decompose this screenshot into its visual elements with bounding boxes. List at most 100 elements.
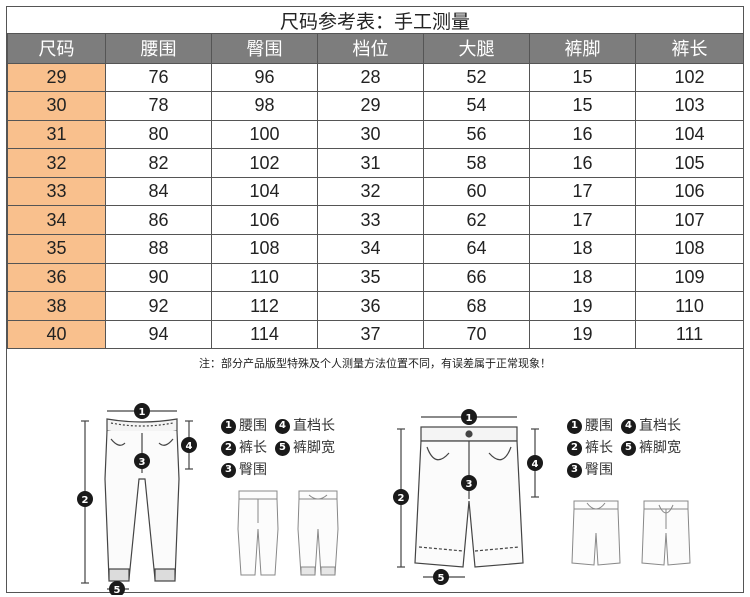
header-rise: 档位	[317, 34, 424, 64]
table-row: 40 94 114 37 70 19 111	[7, 319, 744, 350]
legend-label: 直档长	[639, 418, 681, 434]
trousers-diagram: 1 2 3 4 5	[77, 403, 197, 595]
svg-text:4: 4	[186, 441, 193, 452]
measurement-illustrations: 1 2 3 4 5 1 腰围 4 直档长 2 裤长 5 裤脚宽 3 臀围 1 2…	[7, 377, 743, 595]
cell-waist: 80	[105, 119, 212, 150]
cell-length: 111	[635, 319, 744, 350]
cell-length: 103	[635, 91, 744, 121]
legend-label: 臀围	[585, 462, 613, 478]
svg-text:2: 2	[398, 493, 405, 504]
marker-icon: 2	[567, 440, 582, 456]
shorts-front-thumb	[571, 500, 621, 566]
cell-rise: 34	[317, 234, 424, 264]
cell-waist: 76	[105, 62, 212, 93]
cell-thigh: 58	[423, 148, 530, 178]
legend-label: 腰围	[239, 418, 267, 434]
marker-icon: 2	[221, 440, 236, 456]
svg-text:1: 1	[466, 413, 473, 424]
table-row: 38 92 112 36 68 19 110	[7, 291, 744, 321]
cell-leg-opening: 18	[529, 262, 636, 293]
trousers-back-thumb	[297, 490, 339, 576]
svg-text:1: 1	[139, 407, 146, 418]
cell-waist: 92	[105, 291, 212, 321]
cell-leg-opening: 15	[529, 62, 636, 93]
legend-label: 裤脚宽	[293, 440, 335, 456]
cell-size: 32	[7, 148, 106, 178]
legend-shorts: 1 腰围 4 直档长 2 裤长 5 裤脚宽 3 臀围	[567, 415, 681, 481]
cell-size: 33	[7, 176, 106, 207]
cell-rise: 37	[317, 319, 424, 350]
cell-leg-opening: 17	[529, 205, 636, 236]
table-row: 33 84 104 32 60 17 106	[7, 176, 744, 207]
cell-thigh: 70	[423, 319, 530, 350]
cell-rise: 28	[317, 62, 424, 93]
cell-waist: 82	[105, 148, 212, 178]
legend-label: 裤脚宽	[639, 440, 681, 456]
shorts-diagram: 1 2 3 4 5	[393, 409, 543, 585]
svg-text:5: 5	[114, 585, 121, 595]
cell-leg-opening: 15	[529, 91, 636, 121]
marker-icon: 3	[221, 462, 236, 478]
cell-size: 31	[7, 119, 106, 150]
cell-waist: 86	[105, 205, 212, 236]
legend-trousers: 1 腰围 4 直档长 2 裤长 5 裤脚宽 3 臀围	[221, 415, 335, 481]
cell-length: 107	[635, 205, 744, 236]
marker-icon: 4	[621, 418, 636, 434]
cell-hip: 106	[211, 205, 318, 236]
size-chart: 尺码参考表：手工测量 尺码 腰围 臀围 档位 大腿 裤脚 裤长 29 76 96 28…	[6, 6, 744, 595]
legend-label: 裤长	[239, 440, 267, 456]
cell-size: 34	[7, 205, 106, 236]
svg-text:3: 3	[139, 457, 146, 468]
table-row: 34 86 106 33 62 17 107	[7, 205, 744, 236]
cell-hip: 114	[211, 319, 318, 350]
cell-thigh: 62	[423, 205, 530, 236]
cell-length: 110	[635, 291, 744, 321]
header-size: 尺码	[7, 34, 106, 64]
table-row: 36 90 110 35 66 18 109	[7, 262, 744, 293]
cell-rise: 31	[317, 148, 424, 178]
marker-icon: 5	[275, 440, 290, 456]
marker-icon: 1	[221, 418, 236, 434]
cell-thigh: 68	[423, 291, 530, 321]
cell-waist: 78	[105, 91, 212, 121]
cell-rise: 35	[317, 262, 424, 293]
cell-size: 29	[7, 62, 106, 93]
cell-size: 36	[7, 262, 106, 293]
cell-leg-opening: 18	[529, 234, 636, 264]
cell-thigh: 56	[423, 119, 530, 150]
cell-length: 109	[635, 262, 744, 293]
cell-waist: 90	[105, 262, 212, 293]
legend-label: 臀围	[239, 462, 267, 478]
cell-leg-opening: 16	[529, 148, 636, 178]
cell-hip: 112	[211, 291, 318, 321]
header-thigh: 大腿	[423, 34, 530, 64]
shorts-back-thumb	[641, 500, 691, 566]
cell-hip: 96	[211, 62, 318, 93]
header-leg-opening: 裤脚	[529, 34, 636, 64]
cell-thigh: 64	[423, 234, 530, 264]
legend-label: 裤长	[585, 440, 613, 456]
cell-thigh: 60	[423, 176, 530, 207]
cell-hip: 102	[211, 148, 318, 178]
cell-hip: 108	[211, 234, 318, 264]
cell-thigh: 54	[423, 91, 530, 121]
cell-size: 35	[7, 234, 106, 264]
cell-hip: 104	[211, 176, 318, 207]
cell-rise: 30	[317, 119, 424, 150]
cell-leg-opening: 19	[529, 319, 636, 350]
table-header-row: 尺码 腰围 臀围 档位 大腿 裤脚 裤长	[7, 34, 744, 64]
cell-length: 108	[635, 234, 744, 264]
chart-title: 尺码参考表：手工测量	[7, 7, 743, 34]
cell-hip: 110	[211, 262, 318, 293]
cell-size: 40	[7, 319, 106, 350]
legend-label: 直档长	[293, 418, 335, 434]
measurement-note: 注：部分产品版型特殊及个人测量方法位置不同，有误差属于正常现象！	[199, 357, 551, 370]
cell-length: 106	[635, 176, 744, 207]
table-row: 31 80 100 30 56 16 104	[7, 119, 744, 150]
trousers-front-thumb	[237, 490, 279, 576]
cell-hip: 98	[211, 91, 318, 121]
header-length: 裤长	[635, 34, 744, 64]
cell-length: 105	[635, 148, 744, 178]
marker-icon: 5	[621, 440, 636, 456]
cell-waist: 84	[105, 176, 212, 207]
